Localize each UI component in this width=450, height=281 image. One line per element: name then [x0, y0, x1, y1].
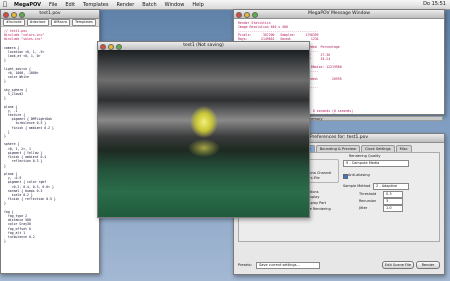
code-editor[interactable]: // test1.pov #include "colors.inc" #includ…	[1, 27, 99, 245]
macro-popup[interactable]: #Macro	[50, 19, 71, 26]
quality-select[interactable]: 9 - Compute Media	[343, 160, 409, 167]
recursion-field[interactable]: 3	[383, 198, 403, 205]
menu-templates[interactable]: Templates	[79, 2, 112, 8]
presets-select[interactable]: Save current settings...	[256, 262, 320, 269]
menu-batch[interactable]: Batch	[138, 2, 160, 8]
close-icon[interactable]	[3, 12, 9, 18]
render-window: test1 (Not saving)	[97, 41, 310, 218]
declare-popup[interactable]: #declare	[26, 19, 49, 26]
editor-toolbar: #include #declare #Macro Templates	[1, 19, 99, 27]
code-line: }	[4, 239, 6, 244]
sample-method-select[interactable]: 2 - Adaptive	[373, 183, 409, 190]
menu-app[interactable]: MegaPOV	[10, 2, 45, 8]
close-icon[interactable]	[236, 12, 242, 18]
tab-clock-settings[interactable]: Clock Settings	[360, 145, 395, 152]
rendered-image	[98, 50, 309, 217]
editor-window: test1.pov #include #declare #Macro Templ…	[0, 9, 100, 274]
apple-menu-icon[interactable]: 	[0, 1, 10, 8]
recursion-label: Recursion	[359, 199, 377, 203]
menu-render[interactable]: Render	[112, 2, 138, 8]
include-popup[interactable]: #include	[3, 19, 25, 26]
rendering-quality-heading: Rendering Quality	[349, 154, 381, 158]
zoom-icon[interactable]	[19, 12, 25, 18]
tab-bounding-preview[interactable]: Bounding & Preview	[315, 145, 360, 152]
tab-misc[interactable]: Misc	[395, 145, 412, 152]
menu-help[interactable]: Help	[188, 2, 207, 8]
threshold-field[interactable]: 0.3	[383, 191, 403, 198]
menu-edit[interactable]: Edit	[61, 2, 79, 8]
editor-titlebar[interactable]: test1.pov	[1, 10, 99, 19]
minimize-icon[interactable]	[11, 12, 17, 18]
message-titlebar[interactable]: MegaPOV Message Window	[234, 10, 444, 19]
edit-scene-button[interactable]: Edit Scene File	[382, 261, 414, 269]
render-button[interactable]: Render	[416, 261, 440, 269]
sample-method-label: Sample Method	[343, 184, 371, 188]
menubar-clock[interactable]: Do 15:51	[423, 1, 446, 7]
message-title: MegaPOV Message Window	[308, 11, 370, 16]
minimize-icon[interactable]	[244, 12, 250, 18]
antialias-label: Anti-aliasing	[348, 173, 370, 177]
zoom-icon[interactable]	[252, 12, 258, 18]
window-controls	[236, 12, 258, 18]
jitter-field[interactable]: 1.0	[383, 205, 403, 212]
menu-window[interactable]: Window	[161, 2, 189, 8]
window-controls	[3, 12, 25, 18]
threshold-label: Threshold	[359, 192, 377, 196]
editor-title: test1.pov	[39, 11, 61, 16]
render-title: test1 (Not saving)	[183, 43, 224, 48]
templates-popup[interactable]: Templates	[72, 19, 96, 26]
jitter-label: Jitter	[359, 206, 368, 210]
presets-label: Presets:	[238, 263, 252, 267]
prefs-title: Preferences for: test1.pov	[309, 135, 369, 140]
menu-file[interactable]: File	[45, 2, 61, 8]
